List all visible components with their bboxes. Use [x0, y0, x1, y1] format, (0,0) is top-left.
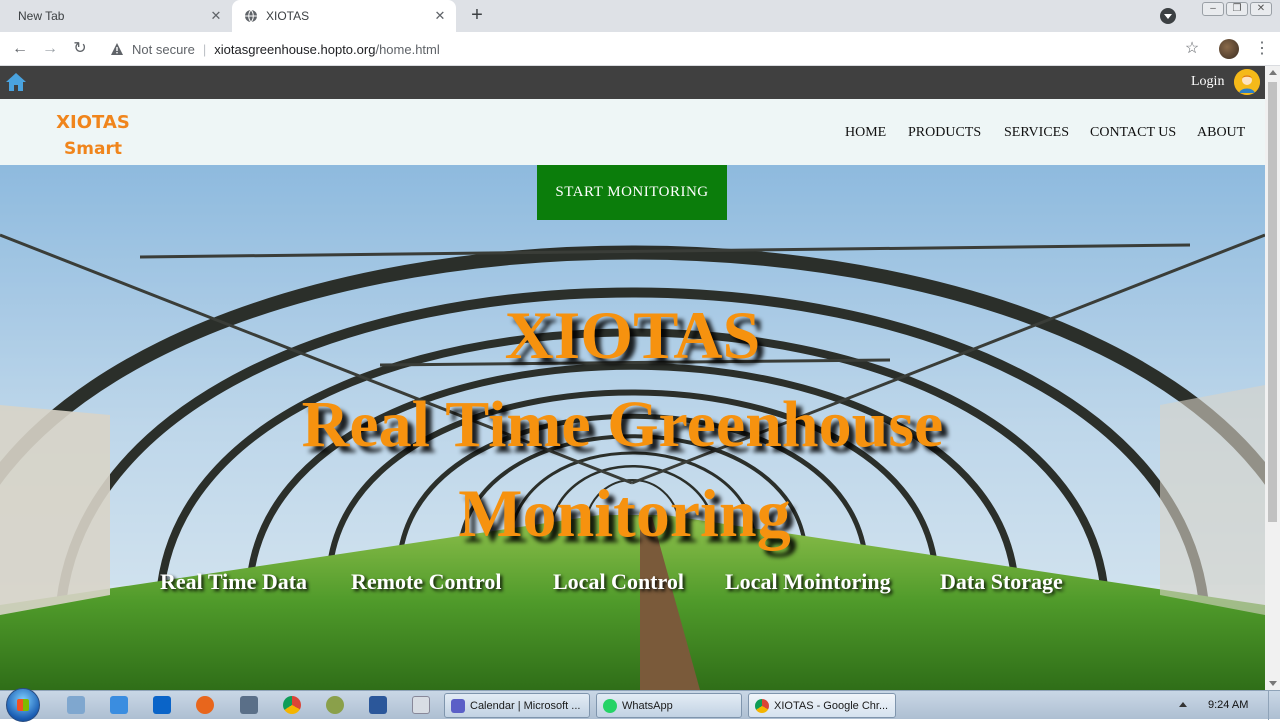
page-viewport: Login XIOTAS Smart Greenhouse HOME PRODU… — [0, 66, 1265, 690]
tray-expand-icon[interactable] — [1179, 702, 1187, 707]
top-bar: Login — [0, 66, 1265, 99]
tab-title: New Tab — [18, 9, 65, 23]
app-icon[interactable] — [326, 696, 344, 714]
brand-title: XIOTAS — [56, 112, 130, 133]
hero-section: START MONITORING XIOTAS Real Time Greenh… — [0, 165, 1265, 690]
site-navbar: XIOTAS Smart Greenhouse HOME PRODUCTS SE… — [0, 99, 1265, 186]
tab-search-icon[interactable] — [1160, 8, 1176, 24]
reload-icon[interactable]: ↻ — [69, 38, 91, 60]
scroll-up-icon[interactable] — [1269, 70, 1277, 75]
vertical-scrollbar[interactable] — [1265, 66, 1280, 690]
teams-icon — [451, 698, 465, 713]
task-label: Calendar | Microsoft ... — [470, 699, 581, 712]
window-controls: – ❐ ✕ — [1202, 2, 1272, 16]
explorer-icon[interactable] — [67, 696, 85, 714]
scrollbar-thumb[interactable] — [1268, 82, 1277, 522]
start-monitoring-button[interactable]: START MONITORING — [537, 165, 727, 220]
nav-contact-us[interactable]: CONTACT US — [1090, 125, 1176, 141]
tab-xiotas[interactable]: XIOTAS ✕ — [232, 0, 456, 32]
windows-taskbar: Calendar | Microsoft ... WhatsApp XIOTAS… — [0, 688, 1280, 722]
close-icon[interactable]: ✕ — [208, 8, 224, 24]
feature-local-monitoring: Local Mointoring — [725, 569, 891, 594]
feature-real-time-data: Real Time Data — [160, 569, 308, 594]
hero-title: XIOTAS — [504, 297, 761, 373]
task-chrome-xiotas[interactable]: XIOTAS - Google Chr... — [748, 693, 896, 718]
task-whatsapp[interactable]: WhatsApp — [596, 693, 742, 718]
back-icon[interactable]: ← — [9, 38, 31, 60]
word-icon[interactable] — [369, 696, 387, 714]
nav-services[interactable]: SERVICES — [1004, 125, 1069, 141]
globe-icon — [245, 9, 257, 23]
user-avatar[interactable] — [1234, 69, 1260, 95]
task-label: WhatsApp — [622, 699, 673, 712]
star-icon[interactable]: ☆ — [1182, 39, 1202, 59]
internet-explorer-icon[interactable] — [110, 696, 128, 714]
hero-subtitle-2: Monitoring — [458, 475, 791, 551]
firefox-icon[interactable] — [196, 696, 214, 714]
task-calendar[interactable]: Calendar | Microsoft ... — [444, 693, 590, 718]
scroll-down-icon[interactable] — [1269, 681, 1277, 686]
chrome-icon — [755, 698, 769, 713]
home-icon[interactable] — [5, 71, 27, 93]
new-tab-button[interactable]: + — [466, 4, 488, 26]
tab-title: XIOTAS — [266, 9, 310, 23]
warning-icon — [111, 43, 123, 55]
close-icon[interactable]: ✕ — [432, 8, 448, 24]
address-bar[interactable]: Not secure | xiotasgreenhouse.hopto.org /… — [100, 35, 1210, 63]
browser-toolbar: ← → ↻ Not secure | xiotasgreenhouse.hopt… — [0, 32, 1280, 66]
task-label: XIOTAS - Google Chr... — [774, 699, 889, 712]
user-icon — [1234, 69, 1260, 95]
url-host: xiotasgreenhouse.hopto.org — [214, 41, 376, 57]
security-label: Not secure — [132, 41, 195, 57]
whatsapp-icon — [603, 698, 617, 713]
outlook-icon[interactable] — [153, 696, 171, 714]
feature-data-storage: Data Storage — [940, 569, 1063, 594]
chrome-icon[interactable] — [283, 696, 301, 714]
restore-button[interactable]: ❐ — [1226, 2, 1248, 16]
tab-new-tab[interactable]: New Tab ✕ — [0, 0, 232, 32]
close-window-button[interactable]: ✕ — [1250, 2, 1272, 16]
forward-icon[interactable]: → — [39, 38, 61, 60]
network-icon[interactable] — [240, 696, 258, 714]
tab-strip: New Tab ✕ XIOTAS ✕ + – ❐ ✕ — [0, 0, 1280, 32]
login-link[interactable]: Login — [1191, 74, 1224, 90]
feature-local-control: Local Control — [553, 569, 684, 594]
show-desktop-button[interactable] — [1268, 691, 1280, 720]
nav-home[interactable]: HOME — [845, 125, 886, 141]
feature-remote-control: Remote Control — [351, 569, 502, 594]
start-button[interactable] — [6, 688, 40, 722]
nav-about[interactable]: ABOUT — [1197, 125, 1245, 141]
menu-icon[interactable]: ⋮ — [1254, 39, 1270, 59]
minimize-button[interactable]: – — [1202, 2, 1224, 16]
clock[interactable]: 9:24 AM — [1208, 699, 1248, 711]
hero-subtitle: Real Time Greenhouse — [301, 388, 944, 461]
calculator-icon[interactable] — [412, 696, 430, 714]
profile-icon[interactable] — [1219, 39, 1239, 59]
divider: | — [202, 41, 207, 57]
nav-products[interactable]: PRODUCTS — [908, 125, 981, 141]
url-path: /home.html — [375, 41, 440, 57]
